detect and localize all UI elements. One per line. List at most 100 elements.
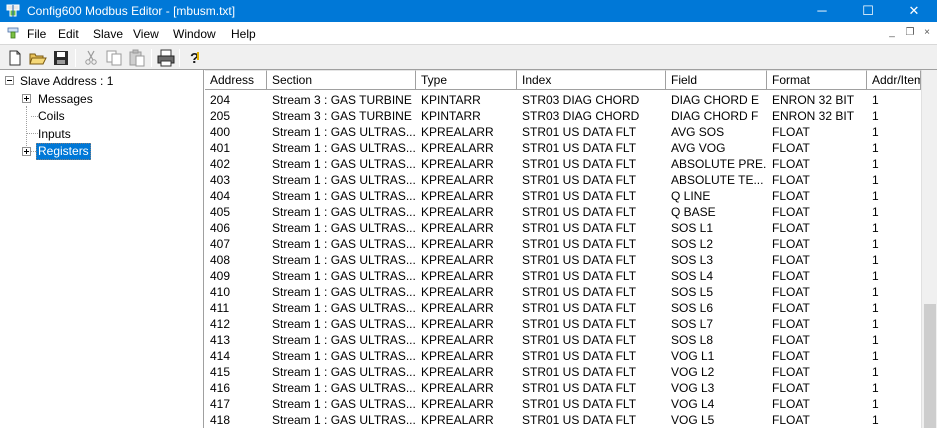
collapse-icon[interactable]: [5, 76, 14, 85]
table-row[interactable]: 418 Stream 1 : GAS ULTRAS... KPREALARR STR0…: [205, 412, 921, 428]
cell-section: Stream 1 : GAS ULTRAS...: [272, 381, 416, 395]
cell-field: VOG L3: [671, 381, 715, 395]
menu-edit[interactable]: Edit: [58, 26, 79, 42]
cell-format: FLOAT: [772, 189, 810, 203]
minimize-button[interactable]: ─: [799, 0, 845, 22]
table-row[interactable]: 205 Stream 3 : GAS TURBINE KPINTARR STR03 D…: [205, 108, 921, 124]
cell-addr-item: 1: [872, 269, 879, 283]
cell-type: KPREALARR: [421, 221, 494, 235]
vertical-scrollbar[interactable]: [921, 70, 937, 428]
menu-help[interactable]: Help: [231, 26, 256, 42]
help-icon[interactable]: ?: [184, 48, 204, 68]
table-row[interactable]: 405 Stream 1 : GAS ULTRAS... KPREALARR STR0…: [205, 204, 921, 220]
cell-address: 418: [210, 413, 231, 427]
table-row[interactable]: 412 Stream 1 : GAS ULTRAS... KPREALARR STR0…: [205, 316, 921, 332]
mdi-restore-button[interactable]: ❐: [903, 27, 917, 39]
copy-icon[interactable]: [104, 48, 124, 68]
cell-type: KPREALARR: [421, 301, 494, 315]
paste-icon[interactable]: [127, 48, 147, 68]
table-row[interactable]: 411 Stream 1 : GAS ULTRAS... KPREALARR STR0…: [205, 300, 921, 316]
menu-file[interactable]: File: [27, 26, 46, 42]
toolbar-separator: [151, 49, 152, 67]
cell-field: VOG L4: [671, 397, 715, 411]
table-row[interactable]: 413 Stream 1 : GAS ULTRAS... KPREALARR STR0…: [205, 332, 921, 348]
print-icon[interactable]: [156, 48, 176, 68]
table-row[interactable]: 204 Stream 3 : GAS TURBINE KPINTARR STR03 D…: [205, 92, 921, 108]
cell-format: FLOAT: [772, 173, 810, 187]
cell-type: KPREALARR: [421, 349, 494, 363]
table-row[interactable]: 401 Stream 1 : GAS ULTRAS... KPREALARR STR0…: [205, 140, 921, 156]
cell-type: KPINTARR: [421, 109, 481, 123]
tree-label-coils[interactable]: Coils: [37, 108, 66, 124]
column-header-addr-item[interactable]: Addr/Item: [867, 70, 921, 90]
cell-address: 205: [210, 109, 231, 123]
cell-type: KPINTARR: [421, 93, 481, 107]
expand-icon[interactable]: [22, 147, 31, 156]
table-row[interactable]: 400 Stream 1 : GAS ULTRAS... KPREALARR STR0…: [205, 124, 921, 140]
cell-section: Stream 1 : GAS ULTRAS...: [272, 221, 416, 235]
open-folder-icon[interactable]: [28, 48, 48, 68]
cell-field: SOS L5: [671, 285, 714, 299]
column-header-index[interactable]: Index: [517, 70, 666, 90]
cell-field: SOS L4: [671, 269, 714, 283]
table-row[interactable]: 408 Stream 1 : GAS ULTRAS... KPREALARR STR0…: [205, 252, 921, 268]
cell-address: 406: [210, 221, 231, 235]
column-header-address[interactable]: Address: [205, 70, 267, 90]
cell-field: AVG SOS: [671, 125, 725, 139]
close-button[interactable]: ✕: [891, 0, 937, 22]
cell-addr-item: 1: [872, 365, 879, 379]
tree-label-registers[interactable]: Registers: [36, 143, 91, 160]
title-bar[interactable]: Config600 Modbus Editor - [mbusm.txt] ─ …: [0, 0, 937, 22]
column-header-type[interactable]: Type: [416, 70, 517, 90]
column-header-format[interactable]: Format: [767, 70, 867, 90]
cell-type: KPREALARR: [421, 397, 494, 411]
table-row[interactable]: 414 Stream 1 : GAS ULTRAS... KPREALARR STR0…: [205, 348, 921, 364]
menu-window[interactable]: Window: [173, 26, 216, 42]
maximize-button[interactable]: ☐: [845, 0, 891, 22]
expand-icon[interactable]: [22, 94, 31, 103]
column-header-field[interactable]: Field: [666, 70, 767, 90]
new-document-icon[interactable]: [5, 48, 25, 68]
cell-address: 414: [210, 349, 231, 363]
save-icon[interactable]: [51, 48, 71, 68]
table-row[interactable]: 416 Stream 1 : GAS ULTRAS... KPREALARR STR0…: [205, 380, 921, 396]
cell-address: 417: [210, 397, 231, 411]
table-row[interactable]: 404 Stream 1 : GAS ULTRAS... KPREALARR STR0…: [205, 188, 921, 204]
cell-address: 408: [210, 253, 231, 267]
mdi-close-button[interactable]: ×: [920, 27, 934, 39]
cell-addr-item: 1: [872, 157, 879, 171]
cell-format: FLOAT: [772, 285, 810, 299]
table-row[interactable]: 407 Stream 1 : GAS ULTRAS... KPREALARR STR0…: [205, 236, 921, 252]
scrollbar-thumb[interactable]: [924, 304, 936, 428]
cell-field: ABSOLUTE TE...: [671, 173, 764, 187]
cell-address: 405: [210, 205, 231, 219]
tree-label-inputs[interactable]: Inputs: [37, 126, 72, 142]
tree-label-slave-address[interactable]: Slave Address : 1: [19, 73, 114, 89]
table-row[interactable]: 403 Stream 1 : GAS ULTRAS... KPREALARR STR0…: [205, 172, 921, 188]
mdi-document-icon[interactable]: [7, 27, 19, 39]
table-row[interactable]: 417 Stream 1 : GAS ULTRAS... KPREALARR STR0…: [205, 396, 921, 412]
table-row[interactable]: 406 Stream 1 : GAS ULTRAS... KPREALARR STR0…: [205, 220, 921, 236]
tree-label-messages[interactable]: Messages: [37, 91, 94, 107]
cell-section: Stream 1 : GAS ULTRAS...: [272, 253, 416, 267]
column-header-section[interactable]: Section: [267, 70, 416, 90]
cell-type: KPREALARR: [421, 333, 494, 347]
toolbar-separator: [75, 49, 76, 67]
cut-icon[interactable]: [81, 48, 101, 68]
table-row[interactable]: 415 Stream 1 : GAS ULTRAS... KPREALARR STR0…: [205, 364, 921, 380]
cell-address: 412: [210, 317, 231, 331]
toolbar-separator: [179, 49, 180, 67]
cell-type: KPREALARR: [421, 125, 494, 139]
table-row[interactable]: 410 Stream 1 : GAS ULTRAS... KPREALARR STR0…: [205, 284, 921, 300]
cell-field: SOS L3: [671, 253, 714, 267]
table-row[interactable]: 402 Stream 1 : GAS ULTRAS... KPREALARR STR0…: [205, 156, 921, 172]
registers-grid: Address Section Type Index Field Format …: [205, 70, 921, 428]
menu-view[interactable]: View: [133, 26, 159, 42]
cell-index: STR01 US DATA FLT: [522, 141, 637, 155]
cell-index: STR01 US DATA FLT: [522, 349, 637, 363]
mdi-minimize-button[interactable]: _: [885, 27, 899, 39]
cell-address: 400: [210, 125, 231, 139]
table-row[interactable]: 409 Stream 1 : GAS ULTRAS... KPREALARR STR0…: [205, 268, 921, 284]
tree-connector: [26, 106, 27, 152]
menu-slave[interactable]: Slave: [93, 26, 123, 42]
